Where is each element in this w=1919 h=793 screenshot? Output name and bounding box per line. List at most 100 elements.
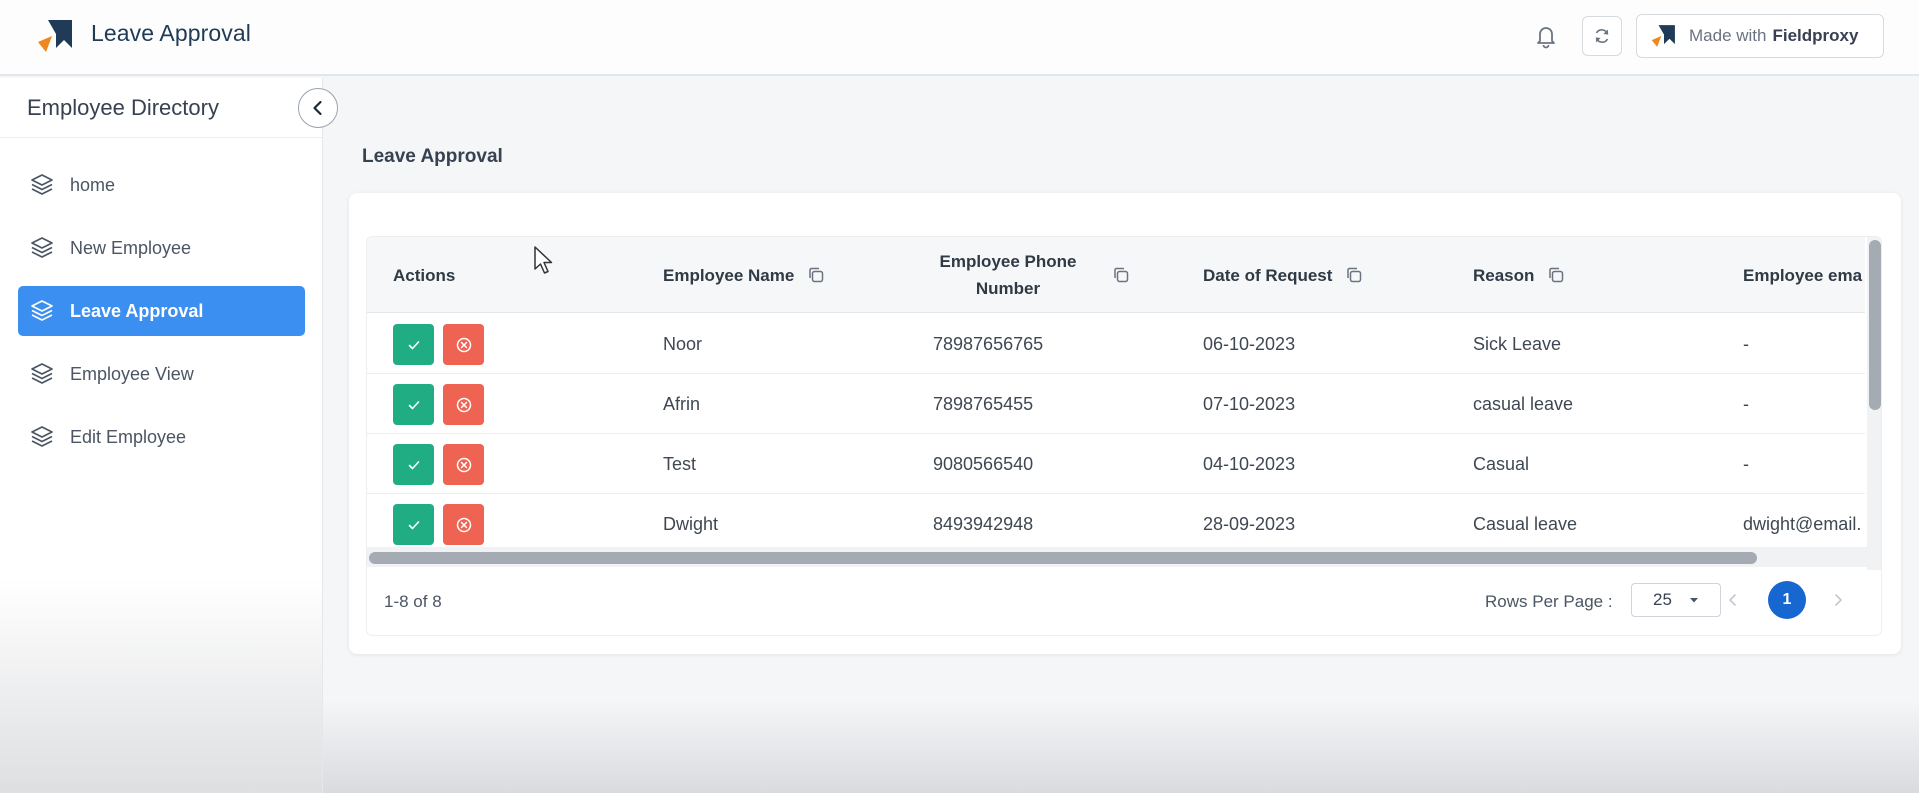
mouse-cursor-icon bbox=[534, 246, 553, 274]
refresh-button[interactable] bbox=[1582, 16, 1622, 56]
column-header-label: Employee ema bbox=[1743, 265, 1863, 285]
cell-reason: Casual bbox=[1473, 453, 1530, 474]
made-with-text: Made with bbox=[1689, 26, 1767, 45]
approve-button[interactable] bbox=[393, 444, 434, 485]
top-bar: Leave Approval Made with Fieldproxy bbox=[0, 0, 1919, 76]
cell-employee-email: dwight@email. bbox=[1743, 513, 1862, 534]
vertical-scrollbar-thumb[interactable] bbox=[1869, 240, 1881, 410]
pagination-page-current[interactable]: 1 bbox=[1768, 581, 1806, 619]
table-footer: 1-8 of 8 Rows Per Page : 25 1 bbox=[367, 570, 1881, 635]
column-header-label: Employee Phone Number bbox=[939, 252, 1077, 298]
cell-employee-name: Afrin bbox=[663, 393, 701, 414]
column-header-employee-email: Employee ema bbox=[1743, 237, 1865, 313]
rows-per-page-select[interactable]: 25 bbox=[1631, 583, 1721, 617]
close-circle-icon bbox=[456, 397, 471, 412]
table-header: Actions Employee Name Employee Phone Num… bbox=[367, 237, 1865, 313]
table-row: Afrin 7898765455 07-10-2023 casual leave… bbox=[367, 374, 1865, 434]
layers-icon bbox=[31, 363, 53, 384]
copy-icon[interactable] bbox=[806, 265, 826, 285]
cell-employee-phone: 9080566540 bbox=[933, 453, 1034, 474]
reject-button[interactable] bbox=[443, 444, 484, 485]
layers-icon bbox=[31, 300, 53, 321]
sidebar-header: Employee Directory bbox=[0, 78, 322, 138]
check-icon bbox=[408, 460, 419, 469]
cell-employee-name: Test bbox=[663, 453, 697, 474]
column-header-label: Date of Request bbox=[1203, 265, 1333, 285]
made-with-fieldproxy-badge[interactable]: Made with Fieldproxy bbox=[1636, 14, 1884, 58]
leave-table: Actions Employee Name Employee Phone Num… bbox=[366, 236, 1882, 636]
cell-employee-email: - bbox=[1743, 333, 1749, 354]
layers-icon bbox=[31, 426, 53, 447]
caret-down-icon bbox=[1689, 598, 1698, 603]
approve-button[interactable] bbox=[393, 504, 434, 545]
close-circle-icon bbox=[456, 517, 471, 532]
cell-date-of-request: 07-10-2023 bbox=[1203, 393, 1296, 414]
leave-table-card: Actions Employee Name Employee Phone Num… bbox=[349, 193, 1901, 654]
sidebar-item-label: Employee View bbox=[70, 363, 194, 384]
reject-button[interactable] bbox=[443, 504, 484, 545]
column-header-label: Employee Name bbox=[663, 265, 795, 285]
sidebar-nav: home New Employee Leave Approval Employe… bbox=[18, 160, 305, 475]
chevron-left-icon bbox=[313, 100, 322, 116]
cell-reason: Casual leave bbox=[1473, 513, 1578, 534]
cell-employee-email: - bbox=[1743, 453, 1749, 474]
cell-employee-phone: 7898765455 bbox=[933, 393, 1034, 414]
column-header-actions: Actions bbox=[393, 237, 455, 313]
column-header-reason: Reason bbox=[1473, 237, 1566, 313]
sidebar-item-label: New Employee bbox=[70, 237, 192, 258]
refresh-icon bbox=[1595, 29, 1609, 43]
sidebar-item-employee-view[interactable]: Employee View bbox=[18, 349, 305, 399]
sidebar-item-leave-approval[interactable]: Leave Approval bbox=[18, 286, 305, 336]
cell-employee-email: - bbox=[1743, 393, 1749, 414]
chevron-left-icon[interactable] bbox=[1723, 590, 1743, 610]
check-icon bbox=[408, 520, 419, 529]
sidebar-item-new-employee[interactable]: New Employee bbox=[18, 223, 305, 273]
cell-employee-name: Noor bbox=[663, 333, 703, 354]
cell-employee-phone: 78987656765 bbox=[933, 333, 1044, 354]
column-header-employee-name: Employee Name bbox=[663, 237, 826, 313]
approve-button[interactable] bbox=[393, 324, 434, 365]
cell-date-of-request: 28-09-2023 bbox=[1203, 513, 1296, 534]
cell-reason: Sick Leave bbox=[1473, 333, 1562, 354]
copy-icon[interactable] bbox=[1111, 265, 1131, 285]
app-title: Leave Approval bbox=[91, 20, 251, 46]
layers-icon bbox=[31, 237, 53, 258]
table-row: Noor 78987656765 06-10-2023 Sick Leave - bbox=[367, 314, 1865, 374]
copy-icon[interactable] bbox=[1546, 265, 1566, 285]
sidebar-item-label: Edit Employee bbox=[70, 426, 187, 447]
close-circle-icon bbox=[456, 457, 471, 472]
pagination-range: 1-8 of 8 bbox=[384, 592, 442, 611]
page-title: Leave Approval bbox=[362, 146, 503, 167]
cell-employee-phone: 8493942948 bbox=[933, 513, 1034, 534]
column-header-date-of-request: Date of Request bbox=[1203, 237, 1364, 313]
column-header-label: Actions bbox=[393, 265, 456, 285]
cell-employee-name: Dwight bbox=[663, 513, 719, 534]
sidebar-title: Employee Directory bbox=[27, 95, 219, 120]
app-logo-icon bbox=[38, 20, 72, 52]
table-row: Test 9080566540 04-10-2023 Casual - bbox=[367, 434, 1865, 494]
copy-icon[interactable] bbox=[1344, 265, 1364, 285]
fieldproxy-logo-icon bbox=[1651, 25, 1675, 47]
sidebar-collapse-button[interactable] bbox=[298, 88, 338, 128]
horizontal-scrollbar-thumb[interactable] bbox=[369, 552, 1757, 564]
sidebar: Employee Directory home New Employee Lea… bbox=[0, 78, 338, 793]
check-icon bbox=[408, 340, 419, 349]
reject-button[interactable] bbox=[443, 324, 484, 365]
rows-per-page-label: Rows Per Page : bbox=[1485, 592, 1613, 611]
layers-icon bbox=[31, 174, 53, 195]
sidebar-item-home[interactable]: home bbox=[18, 160, 305, 210]
made-with-brand: Fieldproxy bbox=[1772, 26, 1859, 45]
column-header-employee-phone: Employee Phone Number bbox=[933, 237, 1133, 313]
approve-button[interactable] bbox=[393, 384, 434, 425]
cell-reason: casual leave bbox=[1473, 393, 1574, 414]
sidebar-item-label: home bbox=[70, 174, 116, 195]
reject-button[interactable] bbox=[443, 384, 484, 425]
chevron-right-icon[interactable] bbox=[1828, 590, 1848, 610]
column-header-label: Reason bbox=[1473, 265, 1535, 285]
close-circle-icon bbox=[456, 337, 471, 352]
sidebar-item-label: Leave Approval bbox=[70, 300, 204, 321]
table-row: Dwight 8493942948 28-09-2023 Casual leav… bbox=[367, 494, 1865, 554]
bell-icon[interactable] bbox=[1531, 21, 1561, 51]
sidebar-item-edit-employee[interactable]: Edit Employee bbox=[18, 412, 305, 462]
cell-date-of-request: 06-10-2023 bbox=[1203, 333, 1296, 354]
